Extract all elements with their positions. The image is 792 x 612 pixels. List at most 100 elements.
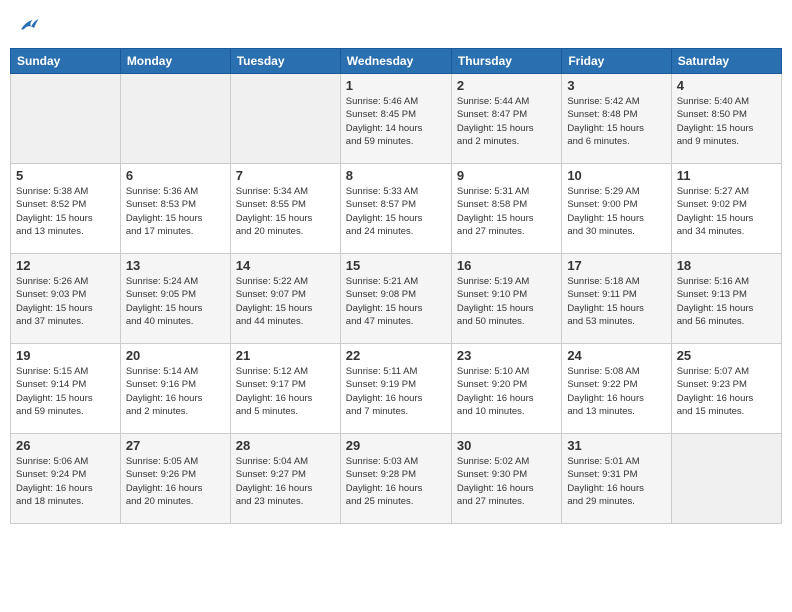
day-number: 28 [236, 438, 335, 453]
day-number: 13 [126, 258, 225, 273]
calendar-header-thursday: Thursday [451, 49, 561, 74]
day-number: 22 [346, 348, 446, 363]
day-info: Sunrise: 5:21 AM Sunset: 9:08 PM Dayligh… [346, 275, 446, 328]
day-info: Sunrise: 5:40 AM Sunset: 8:50 PM Dayligh… [677, 95, 776, 148]
day-number: 18 [677, 258, 776, 273]
day-number: 20 [126, 348, 225, 363]
calendar-week-4: 19 Sunrise: 5:15 AM Sunset: 9:14 PM Dayli… [11, 344, 782, 434]
calendar-week-2: 5 Sunrise: 5:38 AM Sunset: 8:52 PM Daylig… [11, 164, 782, 254]
day-info: Sunrise: 5:10 AM Sunset: 9:20 PM Dayligh… [457, 365, 556, 418]
day-info: Sunrise: 5:03 AM Sunset: 9:28 PM Dayligh… [346, 455, 446, 508]
day-number: 31 [567, 438, 665, 453]
day-number: 1 [346, 78, 446, 93]
day-info: Sunrise: 5:31 AM Sunset: 8:58 PM Dayligh… [457, 185, 556, 238]
day-info: Sunrise: 5:07 AM Sunset: 9:23 PM Dayligh… [677, 365, 776, 418]
day-number: 11 [677, 168, 776, 183]
calendar-cell: 4 Sunrise: 5:40 AM Sunset: 8:50 PM Daylig… [671, 74, 781, 164]
day-number: 6 [126, 168, 225, 183]
day-info: Sunrise: 5:46 AM Sunset: 8:45 PM Dayligh… [346, 95, 446, 148]
calendar-cell: 26 Sunrise: 5:06 AM Sunset: 9:24 PM Dayli… [11, 434, 121, 524]
logo-bird-icon [18, 14, 40, 36]
calendar-cell: 1 Sunrise: 5:46 AM Sunset: 8:45 PM Daylig… [340, 74, 451, 164]
calendar-cell: 23 Sunrise: 5:10 AM Sunset: 9:20 PM Dayli… [451, 344, 561, 434]
day-info: Sunrise: 5:19 AM Sunset: 9:10 PM Dayligh… [457, 275, 556, 328]
calendar-cell [120, 74, 230, 164]
calendar-header-friday: Friday [562, 49, 671, 74]
calendar-cell: 9 Sunrise: 5:31 AM Sunset: 8:58 PM Daylig… [451, 164, 561, 254]
calendar-cell: 16 Sunrise: 5:19 AM Sunset: 9:10 PM Dayli… [451, 254, 561, 344]
day-info: Sunrise: 5:11 AM Sunset: 9:19 PM Dayligh… [346, 365, 446, 418]
calendar-body: 1 Sunrise: 5:46 AM Sunset: 8:45 PM Daylig… [11, 74, 782, 524]
day-number: 19 [16, 348, 115, 363]
day-info: Sunrise: 5:02 AM Sunset: 9:30 PM Dayligh… [457, 455, 556, 508]
day-number: 30 [457, 438, 556, 453]
calendar-cell: 31 Sunrise: 5:01 AM Sunset: 9:31 PM Dayli… [562, 434, 671, 524]
day-number: 7 [236, 168, 335, 183]
calendar-table: SundayMondayTuesdayWednesdayThursdayFrid… [10, 48, 782, 524]
day-number: 16 [457, 258, 556, 273]
day-number: 2 [457, 78, 556, 93]
day-number: 4 [677, 78, 776, 93]
calendar-cell: 12 Sunrise: 5:26 AM Sunset: 9:03 PM Dayli… [11, 254, 121, 344]
day-number: 9 [457, 168, 556, 183]
calendar-cell [230, 74, 340, 164]
day-number: 29 [346, 438, 446, 453]
day-info: Sunrise: 5:15 AM Sunset: 9:14 PM Dayligh… [16, 365, 115, 418]
calendar-cell: 30 Sunrise: 5:02 AM Sunset: 9:30 PM Dayli… [451, 434, 561, 524]
calendar-cell: 20Sunrise: 5:14 AM Sunset: 9:16 PM Dayli… [120, 344, 230, 434]
day-info: Sunrise: 5:18 AM Sunset: 9:11 PM Dayligh… [567, 275, 665, 328]
calendar-header-row: SundayMondayTuesdayWednesdayThursdayFrid… [11, 49, 782, 74]
day-number: 27 [126, 438, 225, 453]
day-info: Sunrise: 5:29 AM Sunset: 9:00 PM Dayligh… [567, 185, 665, 238]
calendar-cell: 21 Sunrise: 5:12 AM Sunset: 9:17 PM Dayli… [230, 344, 340, 434]
day-number: 25 [677, 348, 776, 363]
day-info: Sunrise: 5:26 AM Sunset: 9:03 PM Dayligh… [16, 275, 115, 328]
day-number: 26 [16, 438, 115, 453]
calendar-cell: 24 Sunrise: 5:08 AM Sunset: 9:22 PM Dayli… [562, 344, 671, 434]
calendar-cell: 10 Sunrise: 5:29 AM Sunset: 9:00 PM Dayli… [562, 164, 671, 254]
calendar-cell [11, 74, 121, 164]
day-number: 14 [236, 258, 335, 273]
day-number: 15 [346, 258, 446, 273]
calendar-cell: 22 Sunrise: 5:11 AM Sunset: 9:19 PM Dayli… [340, 344, 451, 434]
day-info: Sunrise: 5:27 AM Sunset: 9:02 PM Dayligh… [677, 185, 776, 238]
day-number: 21 [236, 348, 335, 363]
day-number: 12 [16, 258, 115, 273]
day-info: Sunrise: 5:08 AM Sunset: 9:22 PM Dayligh… [567, 365, 665, 418]
day-number: 24 [567, 348, 665, 363]
day-info: Sunrise: 5:12 AM Sunset: 9:17 PM Dayligh… [236, 365, 335, 418]
day-info: Sunrise: 5:22 AM Sunset: 9:07 PM Dayligh… [236, 275, 335, 328]
calendar-cell [671, 434, 781, 524]
page-header [10, 10, 782, 40]
calendar-cell: 2Sunrise: 5:44 AM Sunset: 8:47 PM Daylig… [451, 74, 561, 164]
calendar-header-saturday: Saturday [671, 49, 781, 74]
day-number: 17 [567, 258, 665, 273]
calendar-cell: 6 Sunrise: 5:36 AM Sunset: 8:53 PM Daylig… [120, 164, 230, 254]
day-info: Sunrise: 5:38 AM Sunset: 8:52 PM Dayligh… [16, 185, 115, 238]
day-number: 23 [457, 348, 556, 363]
calendar-cell: 5 Sunrise: 5:38 AM Sunset: 8:52 PM Daylig… [11, 164, 121, 254]
calendar-cell: 17 Sunrise: 5:18 AM Sunset: 9:11 PM Dayli… [562, 254, 671, 344]
calendar-cell: 19 Sunrise: 5:15 AM Sunset: 9:14 PM Dayli… [11, 344, 121, 434]
logo [16, 14, 40, 36]
day-info: Sunrise: 5:33 AM Sunset: 8:57 PM Dayligh… [346, 185, 446, 238]
calendar-header-monday: Monday [120, 49, 230, 74]
day-info: Sunrise: 5:04 AM Sunset: 9:27 PM Dayligh… [236, 455, 335, 508]
calendar-header-sunday: Sunday [11, 49, 121, 74]
day-number: 3 [567, 78, 665, 93]
day-number: 5 [16, 168, 115, 183]
calendar-cell: 14 Sunrise: 5:22 AM Sunset: 9:07 PM Dayli… [230, 254, 340, 344]
calendar-cell: 15 Sunrise: 5:21 AM Sunset: 9:08 PM Dayli… [340, 254, 451, 344]
calendar-cell: 13Sunrise: 5:24 AM Sunset: 9:05 PM Dayli… [120, 254, 230, 344]
day-info: Sunrise: 5:01 AM Sunset: 9:31 PM Dayligh… [567, 455, 665, 508]
calendar-header-wednesday: Wednesday [340, 49, 451, 74]
calendar-cell: 29 Sunrise: 5:03 AM Sunset: 9:28 PM Dayli… [340, 434, 451, 524]
day-info: Sunrise: 5:36 AM Sunset: 8:53 PM Dayligh… [126, 185, 225, 238]
calendar-cell: 25 Sunrise: 5:07 AM Sunset: 9:23 PM Dayli… [671, 344, 781, 434]
calendar-cell: 8Sunrise: 5:33 AM Sunset: 8:57 PM Daylig… [340, 164, 451, 254]
day-info: Sunrise: 5:05 AM Sunset: 9:26 PM Dayligh… [126, 455, 225, 508]
day-number: 10 [567, 168, 665, 183]
day-info: Sunrise: 5:06 AM Sunset: 9:24 PM Dayligh… [16, 455, 115, 508]
calendar-week-3: 12 Sunrise: 5:26 AM Sunset: 9:03 PM Dayli… [11, 254, 782, 344]
calendar-header-tuesday: Tuesday [230, 49, 340, 74]
